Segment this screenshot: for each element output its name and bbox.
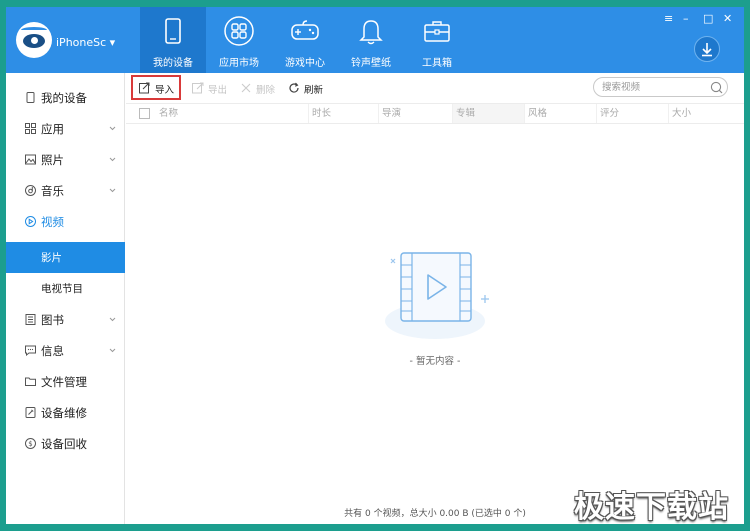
column-header-album[interactable]: 专辑 — [452, 104, 524, 123]
column-header-name[interactable]: 名称 — [156, 104, 305, 123]
chevron-down-icon — [109, 157, 116, 162]
sidebar: 我的设备 应用 照片 音乐 视频 影片 电视节目 图书 信息 文件管理 设备维修… — [6, 73, 125, 524]
column-header-size[interactable]: 大小 — [668, 104, 744, 123]
column-header-genre[interactable]: 风格 — [524, 104, 596, 123]
delete-label: 删除 — [256, 85, 276, 96]
sidebar-item-my-device[interactable]: 我的设备 — [6, 82, 125, 113]
empty-video-icon — [385, 252, 489, 339]
sidebar-item-label: 电视节目 — [41, 283, 83, 295]
menu-button[interactable]: ≡ — [664, 13, 673, 25]
close-button[interactable]: ✕ — [723, 13, 732, 25]
svg-text:$: $ — [28, 440, 32, 448]
sidebar-item-music[interactable]: 音乐 — [6, 175, 125, 206]
sidebar-item-label: 视频 — [41, 215, 64, 229]
nav-item-ringtone-wallpaper[interactable]: 铃声壁纸 — [338, 7, 404, 73]
toolbox-icon — [424, 21, 450, 42]
column-header-duration[interactable]: 时长 — [308, 104, 378, 123]
nav-item-toolbox[interactable]: 工具箱 — [404, 7, 470, 73]
nav-item-app-market[interactable]: 应用市场 — [206, 7, 272, 73]
sidebar-item-label: 图书 — [41, 313, 64, 327]
recycle-icon: $ — [25, 438, 36, 449]
top-bar: iPhoneSc ▾ 我的设备 应用市场 游戏中心 铃声壁纸 工具箱 ≡ – □… — [6, 7, 744, 73]
app-logo[interactable] — [16, 22, 52, 58]
phone-icon — [26, 92, 35, 103]
export-label: 导出 — [208, 85, 228, 96]
bell-icon — [359, 20, 383, 45]
book-icon — [25, 314, 36, 325]
minimize-button[interactable]: – — [683, 13, 689, 25]
sidebar-item-photos[interactable]: 照片 — [6, 144, 125, 175]
main-nav: 我的设备 应用市场 游戏中心 铃声壁纸 工具箱 — [140, 7, 470, 73]
download-icon — [702, 43, 712, 57]
close-icon — [241, 83, 251, 93]
sidebar-item-movies[interactable]: 影片 — [6, 242, 125, 273]
download-manager-button[interactable] — [694, 36, 720, 62]
nav-label: 我的设备 — [153, 58, 193, 69]
chevron-down-icon — [109, 126, 116, 131]
search-icon[interactable] — [710, 81, 723, 94]
sidebar-item-video[interactable]: 视频 — [6, 206, 125, 237]
toolbar: 导入 导出 删除 刷新 — [126, 73, 744, 103]
app-window: iPhoneSc ▾ 我的设备 应用市场 游戏中心 铃声壁纸 工具箱 ≡ – □… — [6, 7, 744, 524]
sidebar-item-label: 影片 — [41, 252, 62, 264]
sidebar-item-device-repair[interactable]: 设备维修 — [6, 397, 125, 428]
sidebar-item-label: 设备回收 — [41, 437, 87, 451]
watermark-logo: 极速下载站 — [574, 490, 729, 525]
sidebar-item-label: 音乐 — [41, 184, 64, 198]
sidebar-item-apps[interactable]: 应用 — [6, 113, 125, 144]
import-label: 导入 — [155, 85, 175, 96]
logo-eye — [23, 34, 45, 48]
sidebar-item-label: 我的设备 — [41, 91, 87, 105]
export-icon — [192, 82, 204, 94]
apps-icon — [25, 123, 36, 134]
column-header-director[interactable]: 导演 — [378, 104, 452, 123]
sidebar-item-file-manager[interactable]: 文件管理 — [6, 366, 125, 397]
nav-item-game-center[interactable]: 游戏中心 — [272, 7, 338, 73]
search-input[interactable] — [602, 81, 702, 94]
folder-icon — [25, 377, 36, 386]
select-all-checkbox[interactable] — [139, 108, 150, 119]
wrench-icon — [25, 407, 36, 418]
apps-icon — [224, 16, 254, 46]
sidebar-item-label: 照片 — [41, 153, 64, 167]
sidebar-item-books[interactable]: 图书 — [6, 304, 125, 335]
sidebar-item-tv-shows[interactable]: 电视节目 — [6, 273, 125, 304]
sidebar-item-label: 应用 — [41, 122, 64, 136]
gamepad-icon — [291, 20, 319, 40]
image-icon — [25, 154, 36, 165]
sidebar-item-label: 文件管理 — [41, 375, 87, 389]
device-selector[interactable]: iPhoneSc ▾ — [56, 36, 115, 49]
empty-state-text: - 暂无内容 - — [409, 356, 461, 367]
chevron-down-icon — [109, 317, 116, 322]
sidebar-item-label: 设备维修 — [41, 406, 87, 420]
nav-label: 应用市场 — [219, 58, 259, 69]
refresh-icon — [289, 82, 299, 93]
music-icon — [25, 185, 36, 196]
nav-item-my-device[interactable]: 我的设备 — [140, 7, 206, 73]
sidebar-item-device-recycle[interactable]: $ 设备回收 — [6, 428, 125, 459]
chevron-down-icon — [109, 188, 116, 193]
nav-label: 工具箱 — [422, 58, 452, 69]
nav-label: 游戏中心 — [285, 58, 325, 69]
table-header: 名称 时长 导演 专辑 风格 评分 大小 — [126, 103, 744, 124]
maximize-button[interactable]: □ — [703, 13, 713, 25]
refresh-label: 刷新 — [304, 85, 324, 96]
phone-icon — [165, 18, 181, 44]
import-icon — [139, 82, 150, 94]
column-header-rating[interactable]: 评分 — [596, 104, 668, 123]
search-box — [593, 77, 728, 97]
play-icon — [25, 216, 36, 227]
nav-label: 铃声壁纸 — [351, 58, 391, 69]
